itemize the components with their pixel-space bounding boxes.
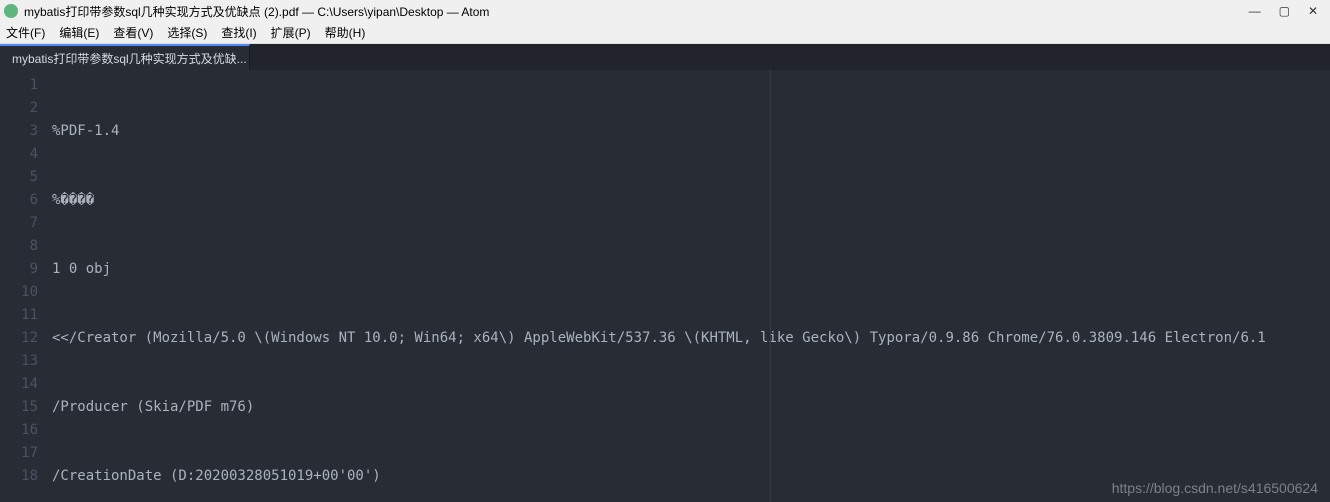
code-area[interactable]: %PDF-1.4 %���� 1 0 obj <</Creator (Mozil… [52, 70, 1330, 502]
line-number: 12 [0, 327, 52, 350]
window-title: mybatis打印带参数sql几种实现方式及优缺点 (2).pdf — C:\U… [24, 3, 489, 20]
tab-label: mybatis打印带参数sql几种实现方式及优缺... [12, 50, 247, 67]
gutter: 1 2 3 4 5 6 7 8 9 10 11 12 13 14 15 16 1… [0, 70, 52, 502]
line-number: 5 [0, 166, 52, 189]
line-number: 3 [0, 120, 52, 143]
menu-select[interactable]: 选择(S) [167, 24, 207, 41]
code-line: /Producer (Skia/PDF m76) [52, 396, 1330, 419]
tabbar: mybatis打印带参数sql几种实现方式及优缺... [0, 44, 1330, 70]
watermark: https://blog.csdn.net/s416500624 [1112, 480, 1318, 496]
line-number: 2 [0, 97, 52, 120]
line-number: 15 [0, 396, 52, 419]
maximize-button[interactable]: ▢ [1279, 4, 1290, 18]
line-number: 9 [0, 258, 52, 281]
menu-find[interactable]: 查找(I) [221, 24, 256, 41]
line-number: 17 [0, 442, 52, 465]
line-number: 16 [0, 419, 52, 442]
titlebar: mybatis打印带参数sql几种实现方式及优缺点 (2).pdf — C:\U… [0, 0, 1330, 22]
code-line: %PDF-1.4 [52, 120, 1330, 143]
app-icon [4, 4, 18, 18]
line-number: 18 [0, 465, 52, 488]
code-line: %���� [52, 189, 1330, 212]
code-line: 1 0 obj [52, 258, 1330, 281]
wrap-guide [770, 70, 771, 502]
line-number: 1 [0, 74, 52, 97]
menu-edit[interactable]: 编辑(E) [59, 24, 99, 41]
window-controls: — ▢ ✕ [1249, 4, 1326, 18]
line-number: 8 [0, 235, 52, 258]
line-number: 10 [0, 281, 52, 304]
line-number: 13 [0, 350, 52, 373]
line-number: 7 [0, 212, 52, 235]
code-line: <</Creator (Mozilla/5.0 \(Windows NT 10.… [52, 327, 1330, 350]
menu-view[interactable]: 查看(V) [113, 24, 153, 41]
minimize-button[interactable]: — [1249, 4, 1261, 18]
menu-file[interactable]: 文件(F) [6, 24, 45, 41]
line-number: 11 [0, 304, 52, 327]
line-number: 6 [0, 189, 52, 212]
menubar: 文件(F) 编辑(E) 查看(V) 选择(S) 查找(I) 扩展(P) 帮助(H… [0, 22, 1330, 44]
close-button[interactable]: ✕ [1308, 4, 1318, 18]
menu-help[interactable]: 帮助(H) [325, 24, 366, 41]
tab-active[interactable]: mybatis打印带参数sql几种实现方式及优缺... [0, 44, 250, 70]
menu-packages[interactable]: 扩展(P) [271, 24, 311, 41]
line-number: 14 [0, 373, 52, 396]
line-number: 4 [0, 143, 52, 166]
editor[interactable]: 1 2 3 4 5 6 7 8 9 10 11 12 13 14 15 16 1… [0, 70, 1330, 502]
